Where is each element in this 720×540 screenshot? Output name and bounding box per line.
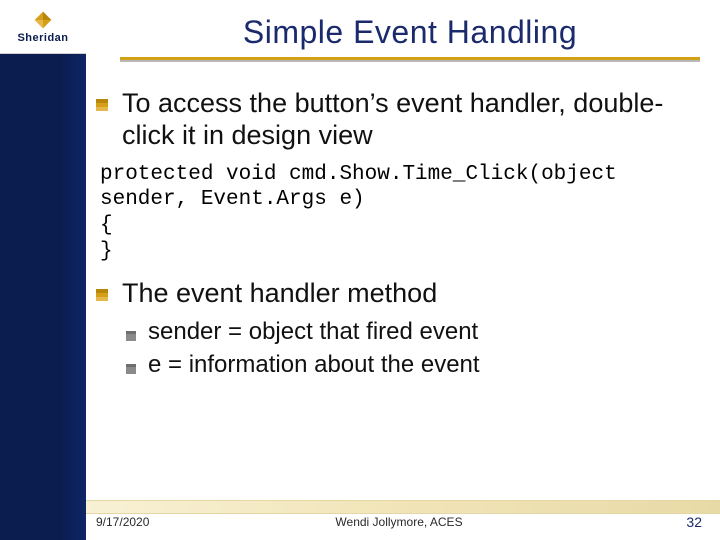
code-block: protected void cmd.Show.Time_Click(objec… [100, 162, 696, 264]
bullet-text: The event handler method [122, 278, 437, 310]
sheridan-diamond-icon [32, 10, 54, 30]
bullet-icon [96, 288, 108, 300]
brand-logo: Sheridan [0, 0, 86, 54]
brand-name: Sheridan [17, 32, 68, 44]
decorative-band [86, 500, 720, 514]
sub-bullet-icon [126, 328, 136, 338]
sub-bullet-text: e = information about the event [148, 351, 480, 380]
sub-bullet-item: e = information about the event [126, 351, 696, 380]
bullet-text: To access the button’s event handler, do… [122, 88, 696, 152]
slide: Sheridan Simple Event Handling To access… [0, 0, 720, 540]
slide-title: Simple Event Handling [120, 14, 700, 51]
title-block: Simple Event Handling [120, 14, 700, 62]
footer-author: Wendi Jollymore, ACES [96, 515, 702, 529]
bullet-item: The event handler method [96, 278, 696, 310]
content-area: To access the button’s event handler, do… [96, 88, 696, 384]
title-underline-shadow [120, 60, 700, 62]
sidebar-panel [0, 0, 86, 540]
footer: 9/17/2020 Wendi Jollymore, ACES 32 [96, 514, 702, 530]
sub-bullet-item: sender = object that fired event [126, 318, 696, 347]
bullet-item: To access the button’s event handler, do… [96, 88, 696, 152]
sub-bullet-text: sender = object that fired event [148, 318, 478, 347]
bullet-icon [96, 98, 108, 110]
sub-bullet-icon [126, 361, 136, 371]
